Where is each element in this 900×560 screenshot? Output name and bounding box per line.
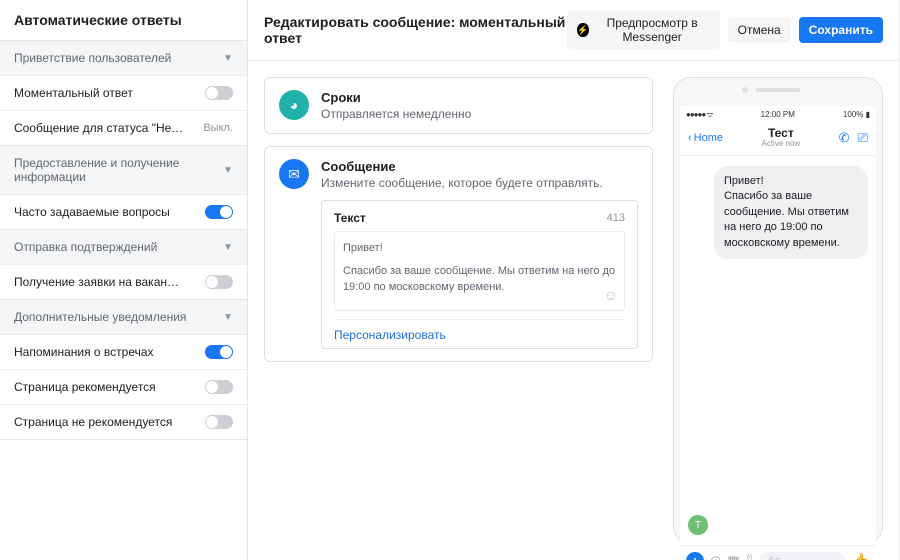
sidebar-item-label: Страница рекомендуется (14, 380, 156, 394)
sidebar-item-label: Страница не рекомендуется (14, 415, 172, 429)
sidebar-item-label: Моментальный ответ (14, 86, 133, 100)
sidebar-group-title: Дополнительные уведомления (14, 310, 186, 324)
composer-input[interactable]: Aa (759, 552, 845, 560)
sidebar-group-header[interactable]: Предоставление и получение информации▼ (0, 146, 247, 194)
sidebar-group-title: Предоставление и получение информации (14, 156, 223, 184)
sidebar: Автоматические ответы Приветствие пользо… (0, 0, 248, 560)
sidebar-item-label: Часто задаваемые вопросы (14, 205, 170, 219)
clock-icon: ◕ (279, 90, 309, 120)
sidebar-item[interactable]: Сообщение для статуса "Нет на ме... Выкл. (0, 110, 247, 145)
char-counter: 413 (607, 212, 625, 224)
toggle-switch[interactable] (205, 415, 233, 429)
messenger-icon: ⚡ (577, 23, 588, 37)
phone-preview: ●●●●● ᯤ 12:00 PM 100% ▮ ‹ Home Тест Acti… (673, 77, 883, 544)
preview-messenger-button[interactable]: ⚡ Предпросмотр в Messenger (567, 10, 719, 50)
message-title: Сообщение (321, 159, 638, 174)
chevron-down-icon: ▼ (223, 53, 233, 64)
toggle-switch[interactable] (205, 345, 233, 359)
back-button[interactable]: ‹ Home (688, 132, 723, 144)
chevron-down-icon: ▼ (223, 312, 233, 323)
status-bar: ●●●●● ᯤ 12:00 PM 100% ▮ (680, 106, 876, 123)
sidebar-item-label: Сообщение для статуса "Нет на ме... (14, 121, 184, 135)
sidebar-group-header[interactable]: Отправка подтверждений ▼ (0, 230, 247, 264)
timing-card: ◕ Сроки Отправляется немедленно (264, 77, 653, 134)
message-card: ✉ Сообщение Измените сообщение, которое … (264, 146, 653, 362)
sidebar-group-title: Приветствие пользователей (14, 51, 171, 65)
sidebar-group-title: Отправка подтверждений (14, 240, 157, 254)
chat-status: Active now (762, 140, 801, 149)
main-header: Редактировать сообщение: моментальный от… (248, 0, 899, 61)
phone-screen: ●●●●● ᯤ 12:00 PM 100% ▮ ‹ Home Тест Acti… (680, 106, 876, 560)
message-textarea[interactable]: Привет! Спасибо за ваше сообщение. Мы от… (334, 231, 625, 311)
chevron-down-icon: ▼ (223, 165, 233, 176)
personalize-link[interactable]: Персонализировать (334, 319, 625, 342)
sidebar-group-header[interactable]: Приветствие пользователей ▼ (0, 41, 247, 75)
composer: + ◎ ▦ ⍢ Aa 👍 (680, 545, 876, 560)
chat-header: ‹ Home Тест Active now ✆ ⎚ (680, 123, 876, 156)
mic-icon[interactable]: ⍢ (746, 553, 754, 560)
sidebar-header: Автоматические ответы (0, 0, 247, 41)
sidebar-item[interactable]: Получение заявки на вакансию (0, 264, 247, 299)
sidebar-item-label: Получение заявки на вакансию (14, 275, 184, 289)
message-greeting: Привет! (343, 240, 616, 257)
chat-icon: ✉ (279, 159, 309, 189)
cancel-button[interactable]: Отмена (728, 17, 791, 43)
toggle-switch[interactable] (205, 380, 233, 394)
camera-icon[interactable]: ◎ (710, 553, 721, 560)
status-badge: Выкл. (203, 122, 233, 134)
battery-icon: 100% ▮ (843, 110, 870, 119)
sidebar-item-label: Напоминания о встречах (14, 345, 154, 359)
chevron-left-icon: ‹ (688, 132, 692, 144)
page-title: Редактировать сообщение: моментальный от… (264, 14, 567, 46)
signal-icon: ●●●●● ᯤ (686, 109, 713, 120)
chevron-down-icon: ▼ (223, 242, 233, 253)
toggle-switch[interactable] (205, 275, 233, 289)
timing-subtitle: Отправляется немедленно (321, 107, 471, 121)
video-icon[interactable]: ⎚ (858, 130, 868, 146)
preview-btn-label: Предпросмотр в Messenger (595, 16, 710, 44)
sidebar-group-header[interactable]: Дополнительные уведомления ▼ (0, 300, 247, 334)
message-subtitle: Измените сообщение, которое будете отпра… (321, 176, 638, 190)
sidebar-item[interactable]: Страница рекомендуется (0, 369, 247, 404)
main: Редактировать сообщение: моментальный от… (248, 0, 900, 560)
emoji-icon[interactable]: ☺ (604, 285, 618, 306)
sidebar-item[interactable]: Моментальный ответ (0, 75, 247, 110)
toggle-switch[interactable] (205, 86, 233, 100)
sidebar-item[interactable]: Часто задаваемые вопросы (0, 194, 247, 229)
add-icon[interactable]: + (686, 552, 704, 560)
status-time: 12:00 PM (761, 110, 795, 119)
save-button[interactable]: Сохранить (799, 17, 883, 43)
message-bubble: Привет! Спасибо за ваше сообщение. Мы от… (714, 166, 868, 259)
image-icon[interactable]: ▦ (727, 553, 739, 560)
avatar: T (688, 515, 708, 535)
call-icon[interactable]: ✆ (839, 130, 850, 146)
sidebar-item[interactable]: Напоминания о встречах (0, 334, 247, 369)
chat-body: T Привет! Спасибо за ваше сообщение. Мы … (680, 156, 876, 545)
back-label: Home (694, 132, 723, 144)
editor-column: ◕ Сроки Отправляется немедленно ✉ Сообще… (264, 77, 653, 544)
like-icon[interactable]: 👍 (851, 552, 870, 560)
message-body: Спасибо за ваше сообщение. Мы ответим на… (343, 263, 616, 296)
text-label: Текст (334, 211, 366, 225)
text-block: Текст 413 Привет! Спасибо за ваше сообще… (321, 200, 638, 349)
timing-title: Сроки (321, 90, 471, 105)
sidebar-item[interactable]: Страница не рекомендуется (0, 404, 247, 439)
header-actions: ⚡ Предпросмотр в Messenger Отмена Сохран… (567, 10, 883, 50)
toggle-switch[interactable] (205, 205, 233, 219)
